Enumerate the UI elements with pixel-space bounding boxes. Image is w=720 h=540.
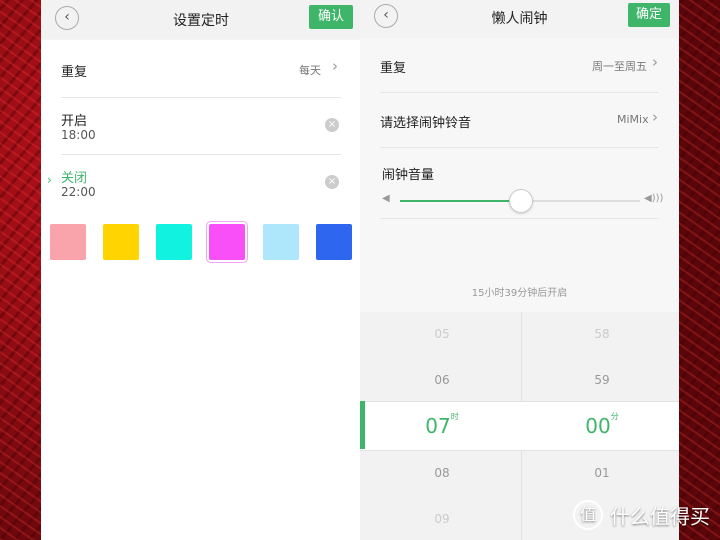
minute-picker[interactable]: 58 59 00分 01 (523, 0, 679, 540)
timer-settings-screen: ‹ 设置定时 确认 重复 每天 › 开启 18:00 × › 关闭 22:00 … (41, 0, 361, 540)
color-swatch[interactable] (50, 224, 86, 260)
picker-option[interactable]: 06 (363, 373, 521, 387)
clear-icon[interactable]: × (325, 118, 339, 132)
watermark-logo-icon: 值 (573, 500, 603, 530)
color-swatch[interactable] (209, 224, 245, 260)
lazy-alarm-screen: ‹ 懒人闹钟 确定 重复 周一至周五 › 请选择闹钟铃音 MiMix › 闹钟音… (360, 0, 679, 540)
settings-card: 重复 每天 › 开启 18:00 × › 关闭 22:00 × (41, 40, 361, 540)
hour-picker[interactable]: 05 06 07时 08 09 (363, 0, 521, 540)
confirm-button[interactable]: 确认 (309, 5, 353, 29)
color-swatch[interactable] (156, 224, 192, 260)
chevron-right-icon: › (332, 57, 338, 75)
picker-option[interactable]: 01 (523, 466, 679, 480)
on-time-row[interactable]: 开启 18:00 × (41, 98, 361, 154)
on-label: 开启 (61, 114, 88, 129)
clear-icon[interactable]: × (325, 175, 339, 189)
picker-selected-value[interactable]: 00分 (523, 412, 679, 438)
off-time: 22:00 (61, 185, 96, 199)
off-time-row[interactable]: › 关闭 22:00 × (41, 155, 361, 211)
picker-option[interactable]: 05 (363, 327, 521, 341)
picker-option[interactable]: 09 (363, 512, 521, 526)
picker-option[interactable]: 08 (363, 466, 521, 480)
repeat-row[interactable]: 重复 每天 › (41, 40, 361, 96)
watermark-text: 什么值得买 (610, 504, 710, 529)
picker-unit: 分 (610, 412, 619, 421)
picker-option[interactable]: 58 (523, 327, 679, 341)
picker-unit: 时 (450, 412, 459, 421)
picker-selected-value[interactable]: 07时 (363, 412, 521, 438)
off-label: 关闭 (61, 171, 88, 186)
chevron-right-icon: › (47, 173, 52, 187)
color-swatch[interactable] (263, 224, 299, 260)
repeat-value: 每天 (299, 64, 321, 77)
color-swatch[interactable] (316, 224, 352, 260)
color-swatch[interactable] (103, 224, 139, 260)
watermark: 值 什么值得买 (573, 500, 710, 530)
repeat-label: 重复 (61, 65, 88, 80)
on-time: 18:00 (61, 128, 96, 142)
top-bar: ‹ 设置定时 确认 (41, 0, 361, 38)
picker-option[interactable]: 59 (523, 373, 679, 387)
